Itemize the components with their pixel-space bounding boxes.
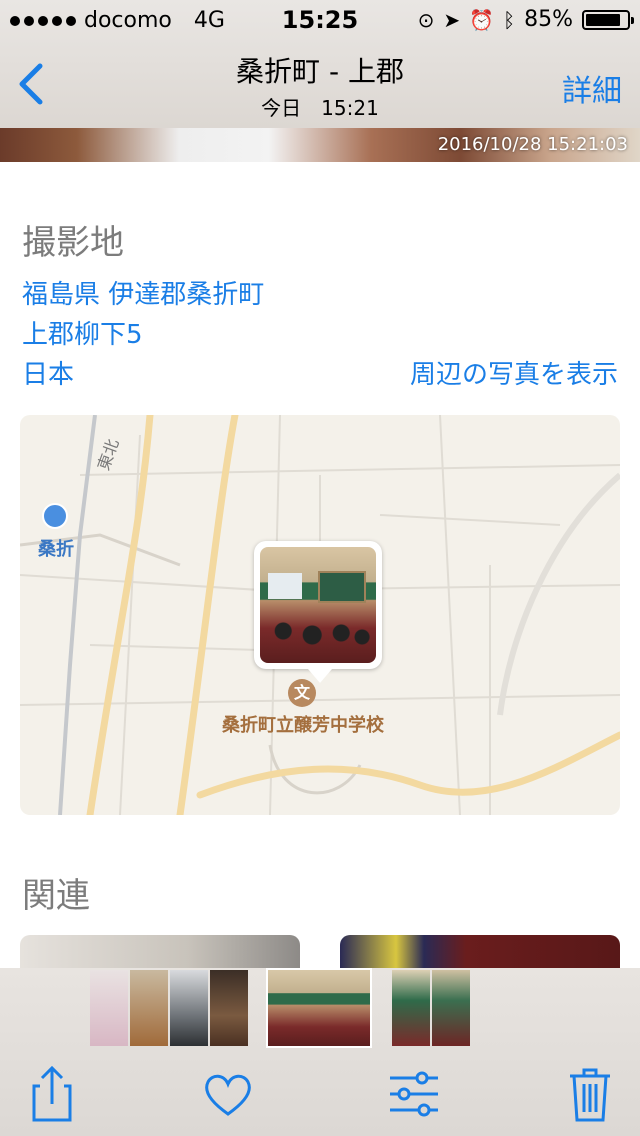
address-line2-link[interactable]: 上郡柳下5 <box>22 314 143 351</box>
trash-icon <box>570 1068 610 1122</box>
filmstrip-thumbnail[interactable] <box>392 970 430 1046</box>
filmstrip-thumbnail-selected[interactable] <box>266 968 372 1048</box>
status-right: ⊙ ➤ ⏰ ᛒ 85% <box>417 7 634 32</box>
train-station-icon[interactable] <box>42 503 68 529</box>
photo-timestamp: 2016/10/28 15:21:03 <box>437 134 628 155</box>
country-link[interactable]: 日本 <box>22 354 74 391</box>
address-line1-link[interactable]: 福島県 伊達郡桑折町 <box>22 274 264 311</box>
filmstrip-thumbnail[interactable] <box>130 970 168 1046</box>
nav-title: 桑折町 - 上郡 <box>236 55 404 88</box>
edit-button[interactable] <box>384 1064 444 1124</box>
school-label: 桑折町立醸芳中学校 <box>222 715 384 736</box>
map-view[interactable]: 東北 桑折 文 桑折町立醸芳中学校 <box>20 415 620 815</box>
favorite-button[interactable] <box>198 1064 258 1124</box>
delete-button[interactable] <box>560 1064 620 1124</box>
show-nearby-photos-link[interactable]: 周辺の写真を表示 <box>410 354 618 391</box>
bluetooth-icon: ᛒ <box>503 7 516 32</box>
filmstrip-thumbnail[interactable] <box>210 970 248 1046</box>
bottom-toolbar <box>0 968 640 1136</box>
photo-preview[interactable]: 2016/10/28 15:21:03 <box>0 128 640 162</box>
related-section-title: 関連 <box>22 876 90 916</box>
adjust-icon <box>390 1071 438 1117</box>
school-icon: 文 <box>288 679 316 707</box>
battery-percent: 85% <box>524 7 573 32</box>
location-arrow-icon: ➤ <box>443 7 461 32</box>
thumbnail-filmstrip[interactable] <box>0 968 640 1048</box>
share-button[interactable] <box>22 1064 82 1124</box>
photo-location-pin[interactable] <box>254 541 382 683</box>
battery-icon <box>582 9 634 30</box>
filmstrip-thumbnail[interactable] <box>90 970 128 1046</box>
filmstrip-thumbnail[interactable] <box>170 970 208 1046</box>
orientation-lock-icon: ⊙ <box>417 7 435 32</box>
top-bar: docomo 4G 15:25 ⊙ ➤ ⏰ ᛒ 85% 桑折町 - 上郡 今日 … <box>0 0 640 128</box>
filmstrip-thumbnail[interactable] <box>432 970 470 1046</box>
nav-subtitle: 今日 15:21 <box>261 96 379 120</box>
location-section-title: 撮影地 <box>22 223 124 263</box>
share-icon <box>32 1065 72 1122</box>
status-bar: docomo 4G 15:25 ⊙ ➤ ⏰ ᛒ 85% <box>0 0 640 40</box>
station-label: 桑折 <box>38 539 74 560</box>
heart-icon <box>205 1074 251 1116</box>
navigation-bar: 桑折町 - 上郡 今日 15:21 詳細 <box>0 40 640 128</box>
pin-photo-thumbnail <box>260 547 376 663</box>
alarm-icon: ⏰ <box>469 7 495 32</box>
detail-button[interactable]: 詳細 <box>562 66 622 110</box>
